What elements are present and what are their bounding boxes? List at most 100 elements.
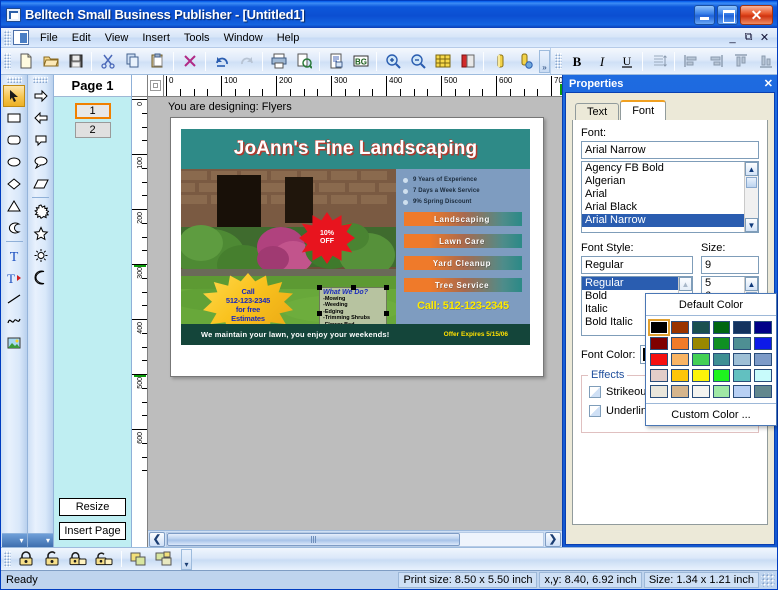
color-swatch[interactable] (650, 337, 668, 350)
horizontal-scrollbar[interactable]: ❮ ❯ (148, 530, 562, 547)
palette-2-overflow-button[interactable]: ▾ (28, 533, 53, 547)
list-item[interactable]: Agency FB Bold (582, 162, 744, 175)
color-swatch[interactable] (713, 385, 731, 398)
resize-grip[interactable] (761, 573, 775, 587)
scroll-up-button[interactable]: ▲ (679, 277, 692, 291)
open-folder-icon[interactable] (39, 50, 62, 72)
arrow-right-tool[interactable] (30, 85, 52, 107)
rounded-rectangle-tool[interactable] (3, 129, 25, 151)
underline-icon[interactable]: U (615, 50, 638, 72)
properties-close-icon[interactable]: ✕ (764, 78, 773, 90)
unlock-group-icon[interactable] (91, 549, 117, 570)
color-swatch[interactable] (713, 353, 731, 366)
object-toolbar-overflow-button[interactable]: ▾ (181, 549, 192, 570)
resize-handle[interactable] (317, 285, 322, 290)
unlock-icon[interactable] (39, 549, 65, 570)
list-item-selected[interactable]: Regular (582, 277, 678, 290)
resize-button[interactable]: Resize (59, 498, 126, 516)
arrow-left-tool[interactable] (30, 107, 52, 129)
page-thumbnail-2[interactable]: 2 (75, 122, 111, 138)
zoom-in-icon[interactable] (381, 50, 404, 72)
toolbar-drag-grip[interactable] (4, 53, 11, 69)
margin-marker[interactable] (134, 265, 146, 267)
ruler-corner-button[interactable] (148, 75, 164, 96)
new-document-icon[interactable] (14, 50, 37, 72)
properties-icon[interactable] (324, 50, 347, 72)
align-left-icon[interactable] (679, 50, 702, 72)
lock-icon[interactable] (13, 549, 39, 570)
font-listbox-scrollbar[interactable]: ▲ ▼ (744, 162, 758, 232)
text-effect-tool[interactable]: T (3, 266, 25, 288)
scroll-up-button[interactable]: ▲ (745, 162, 758, 176)
moon-tool[interactable] (30, 266, 52, 288)
list-item[interactable]: Arial (582, 188, 744, 201)
service-lawn-care[interactable]: Lawn Care (404, 234, 522, 248)
menu-item-edit[interactable]: Edit (65, 30, 98, 46)
color-swatch[interactable] (733, 337, 751, 350)
color-swatch[interactable] (671, 369, 689, 382)
menu-item-view[interactable]: View (98, 30, 136, 46)
color-swatch[interactable] (671, 337, 689, 350)
underline-checkbox[interactable] (589, 405, 601, 417)
color-swatch[interactable] (713, 369, 731, 382)
margin-marker[interactable] (560, 84, 562, 95)
copy-icon[interactable] (121, 50, 144, 72)
flyer-sidebar[interactable]: 9 Years of Experience 7 Days a Week Serv… (396, 169, 530, 324)
color-swatch[interactable] (692, 321, 710, 334)
tab-font[interactable]: Font (620, 100, 666, 120)
margin-marker[interactable] (134, 375, 146, 377)
color-swatch[interactable] (713, 337, 731, 350)
italic-icon[interactable]: I (590, 50, 613, 72)
pointer-select-tool[interactable] (3, 85, 25, 107)
align-top-icon[interactable] (729, 50, 752, 72)
color-swatch[interactable] (692, 369, 710, 382)
menu-item-insert[interactable]: Insert (135, 30, 177, 46)
flyer-footer[interactable]: We maintain your lawn, you enjoy your we… (181, 324, 530, 345)
service-yard-cleanup[interactable]: Yard Cleanup (404, 256, 522, 270)
line-tool[interactable] (3, 288, 25, 310)
line-spacing-icon[interactable] (647, 50, 670, 72)
palette-drag-grip[interactable] (7, 77, 22, 83)
close-button[interactable]: ✕ (740, 5, 773, 25)
service-tree-service[interactable]: Tree Service (404, 278, 522, 292)
star-tool[interactable] (30, 222, 52, 244)
tab-text[interactable]: Text (575, 103, 619, 120)
horizontal-scroll-track[interactable] (166, 532, 544, 547)
scroll-thumb[interactable] (746, 177, 757, 188)
mdi-close-button[interactable]: ✕ (759, 31, 770, 44)
rectangle-tool[interactable] (3, 107, 25, 129)
align-bottom-icon[interactable] (754, 50, 777, 72)
print-preview-icon[interactable] (292, 50, 315, 72)
help-book-icon[interactable] (456, 50, 479, 72)
triangle-tool[interactable] (3, 195, 25, 217)
flyer-header[interactable]: JoAnn's Fine Landscaping (181, 129, 530, 169)
resize-handle[interactable] (317, 311, 322, 316)
horizontal-scroll-thumb[interactable] (167, 533, 460, 546)
group-icon[interactable] (126, 549, 152, 570)
color-swatch[interactable] (733, 321, 751, 334)
page-thumbnail-1[interactable]: 1 (75, 103, 111, 119)
insert-page-button[interactable]: Insert Page (59, 522, 126, 540)
menu-item-help[interactable]: Help (270, 30, 307, 46)
color-swatch[interactable] (692, 385, 710, 398)
list-item[interactable]: 5 (702, 277, 744, 290)
starburst-tool[interactable] (30, 200, 52, 222)
speech-bubble-tool[interactable] (30, 151, 52, 173)
list-item[interactable]: Arial Black (582, 201, 744, 214)
color-swatch[interactable] (754, 337, 772, 350)
redo-arrow-icon[interactable] (235, 50, 258, 72)
save-disk-icon[interactable] (64, 50, 87, 72)
font-style-input[interactable]: Regular (581, 256, 693, 274)
color-swatch[interactable] (671, 321, 689, 334)
color-swatch[interactable] (650, 369, 668, 382)
color-swatch[interactable] (733, 369, 751, 382)
zoom-out-icon[interactable] (406, 50, 429, 72)
ellipse-tool[interactable] (3, 151, 25, 173)
list-item-selected[interactable]: Arial Narrow (582, 214, 744, 227)
parallelogram-tool[interactable] (30, 173, 52, 195)
maximize-button[interactable] (717, 5, 738, 25)
palette-2-drag-grip[interactable] (33, 77, 48, 83)
cut-scissors-icon[interactable] (96, 50, 119, 72)
text-tool[interactable]: T (3, 244, 25, 266)
sun-tool[interactable] (30, 244, 52, 266)
